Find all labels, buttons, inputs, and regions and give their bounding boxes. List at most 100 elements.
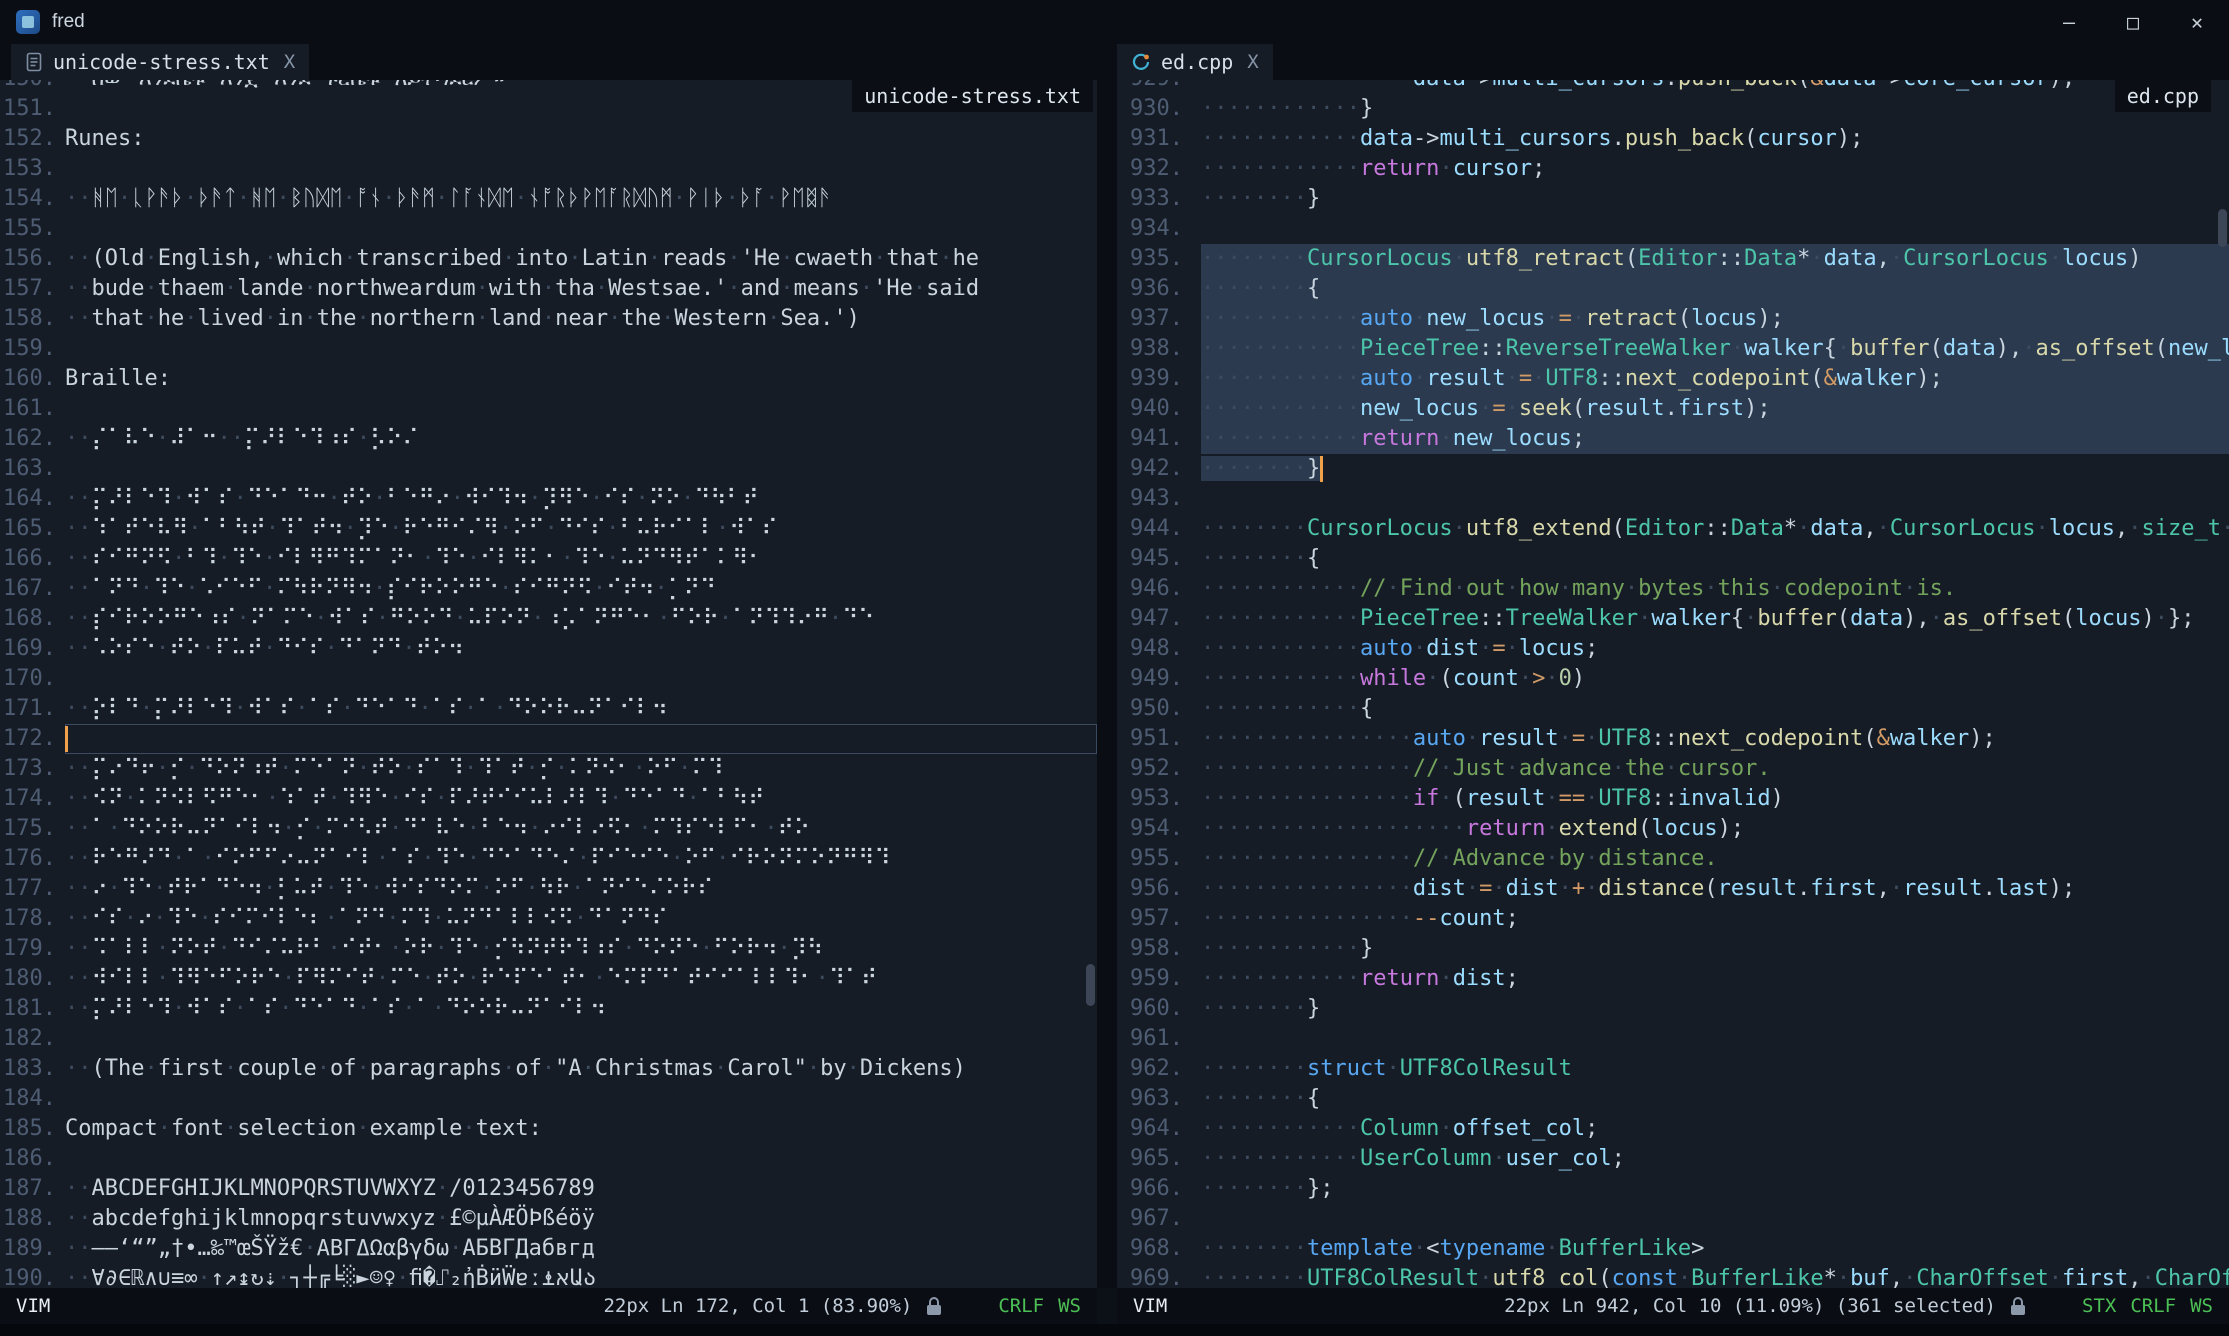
- code-line[interactable]: 934.: [1117, 214, 2229, 244]
- code-line[interactable]: 172.: [0, 724, 1097, 754]
- code-line[interactable]: 942.········}: [1117, 454, 2229, 484]
- code-line[interactable]: 178.··⠊⠎·⠔·⠹⠑·⠎⠊⠍⠊⠇⠑⠆·⠁⠝⠙·⠍⠹·⠥⠝⠙⠁⠇⠇⠪⠫·⠙⠁…: [0, 904, 1097, 934]
- code-line[interactable]: 957.················--count;: [1117, 904, 2229, 934]
- code-area-left[interactable]: 150.··ሰው·እንደቤቱ·እንጅ·እንደ·ጉረቤቱ·አይተዳደርም።151.…: [0, 80, 1097, 1288]
- code-line[interactable]: 935.········CursorLocus·utf8_retract(Edi…: [1117, 244, 2229, 274]
- code-line[interactable]: 154.··ᚻᛖ·ᚳᚹᚫᚦ·ᚦᚫᛏ·ᚻᛖ·ᛒᚢᛞᛖ·ᚩᚾ·ᚦᚫᛗ·ᛚᚪᚾᛞᛖ·ᚾ…: [0, 184, 1097, 214]
- code-line[interactable]: 956.················dist·=·dist·+·distan…: [1117, 874, 2229, 904]
- line-number: 166.: [0, 544, 56, 574]
- code-line[interactable]: 938.············PieceTree::ReverseTreeWa…: [1117, 334, 2229, 364]
- code-line[interactable]: 158.··that·he·lived·in·the·northern·land…: [0, 304, 1097, 334]
- code-line[interactable]: 179.··⠩⠁⠇⠇·⠝⠕⠞·⠙⠊⠌⠥⠗⠃·⠊⠞⠂·⠕⠗·⠹⠑·⡊⠳⠝⠞⠗⠹⠰⠎…: [0, 934, 1097, 964]
- code-line[interactable]: 950.············{: [1117, 694, 2229, 724]
- code-line[interactable]: 939.············auto·result·=·UTF8::next…: [1117, 364, 2229, 394]
- code-line[interactable]: 931.············data->multi_cursors.push…: [1117, 124, 2229, 154]
- code-line[interactable]: 153.: [0, 154, 1097, 184]
- code-line[interactable]: 182.: [0, 1024, 1097, 1054]
- code-line[interactable]: 183.··(The·first·couple·of·paragraphs·of…: [0, 1054, 1097, 1084]
- code-line[interactable]: 961.: [1117, 1024, 2229, 1054]
- code-line[interactable]: 155.: [0, 214, 1097, 244]
- code-line[interactable]: 966.········};: [1117, 1174, 2229, 1204]
- code-line[interactable]: 166.··⠎⠊⠛⠝⠫·⠃⠹·⠹⠑·⠊⠇⠻⠛⠹⠍⠁⠝⠂·⠹⠑·⠊⠇⠻⠅⠂·⠹⠑·…: [0, 544, 1097, 574]
- code-line[interactable]: 937.············auto·new_locus·=·retract…: [1117, 304, 2229, 334]
- code-line[interactable]: 959.············return·dist;: [1117, 964, 2229, 994]
- code-line[interactable]: 930.············}: [1117, 94, 2229, 124]
- code-line[interactable]: 933.········}: [1117, 184, 2229, 214]
- code-line[interactable]: 954.····················return·extend(lo…: [1117, 814, 2229, 844]
- code-line[interactable]: 176.··⠗⠑⠛⠜⠙·⠁·⠊⠕⠋⠋⠔⠤⠝⠁⠊⠇·⠁⠎·⠹⠑·⠙⠑⠁⠙⠑⠌·⠏⠊…: [0, 844, 1097, 874]
- tab-ed-cpp[interactable]: ed.cpp X: [1117, 44, 1273, 80]
- scrollbar-thumb[interactable]: [1086, 964, 1095, 1006]
- code-line[interactable]: 181.··⡍⠜⠇⠑⠹·⠺⠁⠎·⠁⠎·⠙⠑⠁⠙·⠁⠎·⠁·⠙⠕⠕⠗⠤⠝⠁⠊⠇⠲: [0, 994, 1097, 1024]
- code-line[interactable]: 965.············UserColumn·user_col;: [1117, 1144, 2229, 1174]
- code-line[interactable]: 163.: [0, 454, 1097, 484]
- close-button[interactable]: ✕: [2165, 0, 2229, 44]
- code-line[interactable]: 941.············return·new_locus;: [1117, 424, 2229, 454]
- code-line[interactable]: 190.··∀∂∈ℝ∧∪≡∞·↑↗↨↻⇣·┐┼╔╘░►☺♀·ﬁ�⑀₂ἠḂӥẄɐː…: [0, 1264, 1097, 1288]
- titlebar[interactable]: fred — □ ✕: [0, 0, 2229, 44]
- code-line[interactable]: 968.········template·<typename·BufferLik…: [1117, 1234, 2229, 1264]
- code-line[interactable]: 187.··ABCDEFGHIJKLMNOPQRSTUVWXYZ·/012345…: [0, 1174, 1097, 1204]
- code-line[interactable]: 953.················if·(result·==·UTF8::…: [1117, 784, 2229, 814]
- code-line[interactable]: 936.········{: [1117, 274, 2229, 304]
- code-text: ··⠁⠝⠙·⠹⠑·⠡⠊⠑⠋·⠍⠳⠗⠝⠻⠲·⡎⠊⠗⠕⠕⠛⠑·⠎⠊⠛⠝⠫·⠊⠞⠲·⡁…: [65, 574, 1097, 604]
- code-line[interactable]: 969.········UTF8ColResult·utf8_col(const…: [1117, 1264, 2229, 1288]
- code-text: ··⡎⠊⠗⠕⠕⠛⠑⠰⠎·⠝⠁⠍⠑·⠺⠁⠎·⠛⠕⠕⠙·⠥⠏⠕⠝·⠰⡡⠁⠝⠛⠑⠂·⠋…: [65, 604, 1097, 634]
- code-line[interactable]: 184.: [0, 1084, 1097, 1114]
- code-line[interactable]: 951.················auto·result·=·UTF8::…: [1117, 724, 2229, 754]
- line-number: 969.: [1117, 1264, 1183, 1288]
- tab-close-icon[interactable]: X: [284, 51, 295, 73]
- code-line[interactable]: 160.Braille:: [0, 364, 1097, 394]
- code-line[interactable]: 188.··abcdefghijklmnopqrstuvwxyz·£©µÀÆÖÞ…: [0, 1204, 1097, 1234]
- code-line[interactable]: 164.··⡍⠜⠇⠑⠹·⠺⠁⠎·⠙⠑⠁⠙⠒·⠞⠕·⠃⠑⠛⠔·⠺⠊⠹⠲·⡹⠻⠑·⠊…: [0, 484, 1097, 514]
- code-line[interactable]: 152.Runes:: [0, 124, 1097, 154]
- code-line[interactable]: 185.Compact·font·selection·example·text:: [0, 1114, 1097, 1144]
- code-line[interactable]: 159.: [0, 334, 1097, 364]
- code-line[interactable]: 958.············}: [1117, 934, 2229, 964]
- code-line[interactable]: 170.: [0, 664, 1097, 694]
- code-line[interactable]: 156.··(Old·English,·which·transcribed·in…: [0, 244, 1097, 274]
- code-line[interactable]: 177.··⠔·⠹⠑·⠞⠗⠁⠙⠑⠲·⡃⠥⠞·⠹⠑·⠺⠊⠎⠙⠕⠍·⠕⠋·⠳⠗·⠁⠝…: [0, 874, 1097, 904]
- code-line[interactable]: 169.··⠡⠕⠎⠑·⠞⠕·⠏⠥⠞·⠙⠊⠎·⠙⠁⠝⠙·⠞⠕⠲: [0, 634, 1097, 664]
- code-line[interactable]: 175.··⠁·⠙⠕⠕⠗⠤⠝⠁⠊⠇⠲·⡊·⠍⠊⠣⠞·⠙⠁⠧⠑·⠃⠑⠲·⠔⠊⠇⠔⠫…: [0, 814, 1097, 844]
- code-line[interactable]: 949.············while·(count·>·0): [1117, 664, 2229, 694]
- code-line[interactable]: 157.··bude·thaem·lande·northweardum·with…: [0, 274, 1097, 304]
- tab-unicode-stress[interactable]: unicode-stress.txt X: [11, 44, 309, 80]
- code-line[interactable]: 189.··–—‘“”„†•…‰™œŠŸž€·ΑΒΓΔΩαβγδω·АБВГДа…: [0, 1234, 1097, 1264]
- code-line[interactable]: 180.··⠺⠊⠇⠇·⠹⠻⠑⠋⠕⠗⠑·⠏⠻⠍⠊⠞·⠍⠑·⠞⠕·⠗⠑⠏⠑⠁⠞⠂·⠑…: [0, 964, 1097, 994]
- code-line[interactable]: 947.············PieceTree::TreeWalker·wa…: [1117, 604, 2229, 634]
- pane-divider[interactable]: [1097, 80, 1117, 1288]
- code-line[interactable]: 186.: [0, 1144, 1097, 1174]
- code-line[interactable]: 167.··⠁⠝⠙·⠹⠑·⠡⠊⠑⠋·⠍⠳⠗⠝⠻⠲·⡎⠊⠗⠕⠕⠛⠑·⠎⠊⠛⠝⠫·⠊…: [0, 574, 1097, 604]
- code-line[interactable]: 944.········CursorLocus·utf8_extend(Edit…: [1117, 514, 2229, 544]
- line-number: 160.: [0, 364, 56, 394]
- code-line[interactable]: 962.········struct·UTF8ColResult: [1117, 1054, 2229, 1084]
- code-area-right[interactable]: 929.················data->multi_cursors.…: [1117, 80, 2229, 1288]
- line-number: 957.: [1117, 904, 1183, 934]
- tab-close-icon[interactable]: X: [1247, 51, 1258, 73]
- scrollbar-thumb[interactable]: [2218, 209, 2227, 247]
- code-line[interactable]: 173.··⡍⠔⠙⠖·⡊·⠙⠕⠝⠰⠞·⠍⠑⠁⠝·⠞⠕·⠎⠁⠹·⠹⠁⠞·⡊·⠅⠝⠪…: [0, 754, 1097, 784]
- code-line[interactable]: 932.············return·cursor;: [1117, 154, 2229, 184]
- code-line[interactable]: 955.················//·Advance·by·distan…: [1117, 844, 2229, 874]
- code-line[interactable]: 960.········}: [1117, 994, 2229, 1024]
- code-line[interactable]: 963.········{: [1117, 1084, 2229, 1114]
- code-line[interactable]: 165.··⠱⠁⠞⠑⠧⠻·⠁⠃⠳⠞·⠹⠁⠞⠲·⡹⠑·⠗⠑⠛⠊⠌⠻·⠕⠋·⠙⠊⠎·…: [0, 514, 1097, 544]
- code-line[interactable]: 929.················data->multi_cursors.…: [1117, 80, 2229, 94]
- code-line[interactable]: 967.: [1117, 1204, 2229, 1234]
- code-line[interactable]: 161.: [0, 394, 1097, 424]
- maximize-button[interactable]: □: [2101, 0, 2165, 44]
- code-line[interactable]: 168.··⡎⠊⠗⠕⠕⠛⠑⠰⠎·⠝⠁⠍⠑·⠺⠁⠎·⠛⠕⠕⠙·⠥⠏⠕⠝·⠰⡡⠁⠝⠛…: [0, 604, 1097, 634]
- code-line[interactable]: 174.··⠪⠝·⠅⠝⠪⠇⠫⠛⠑⠂·⠱⠁⠞·⠹⠻⠑·⠊⠎·⠏⠜⠞⠊⠊⠥⠇⠜⠇⠹·…: [0, 784, 1097, 814]
- code-line[interactable]: 964.············Column·offset_col;: [1117, 1114, 2229, 1144]
- code-line[interactable]: 940.············new_locus·=·seek(result.…: [1117, 394, 2229, 424]
- code-line[interactable]: 943.: [1117, 484, 2229, 514]
- code-line[interactable]: 945.········{: [1117, 544, 2229, 574]
- code-line[interactable]: 948.············auto·dist·=·locus;: [1117, 634, 2229, 664]
- code-line[interactable]: 171.··⡕⠇⠙·⡍⠜⠇⠑⠹·⠺⠁⠎·⠁⠎·⠙⠑⠁⠙·⠁⠎·⠁·⠙⠕⠕⠗⠤⠝⠁…: [0, 694, 1097, 724]
- code-line[interactable]: 952.················//·Just·advance·the·…: [1117, 754, 2229, 784]
- line-number: 183.: [0, 1054, 56, 1084]
- code-line[interactable]: 946.············//·Find·out·how·many·byt…: [1117, 574, 2229, 604]
- minimize-button[interactable]: —: [2037, 0, 2101, 44]
- code-line[interactable]: 162.··⡌⠁⠧⠑·⠼⠁⠒··⡍⠜⠇⠑⠹⠰⠎·⡣⠕⠌: [0, 424, 1097, 454]
